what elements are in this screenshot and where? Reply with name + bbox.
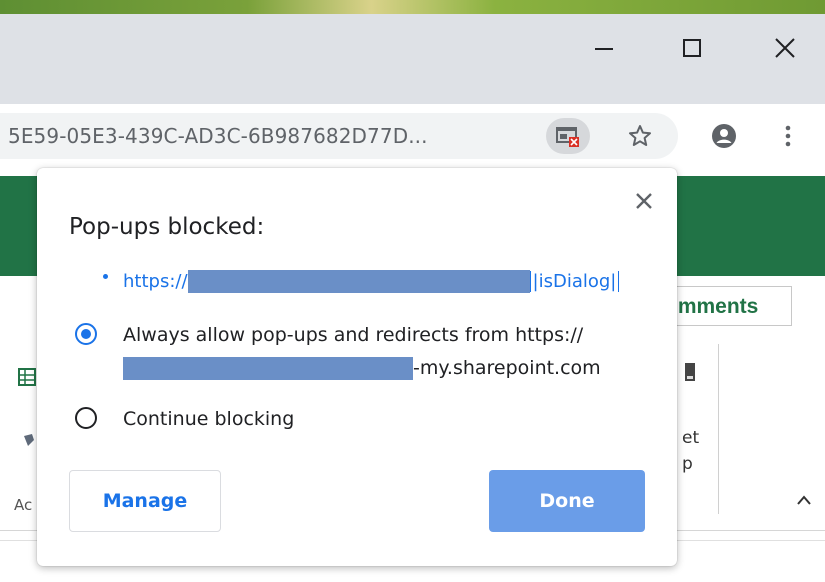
url-text: 5E59-05E3-439C-AD3C-6B987682D77D...: [8, 124, 428, 148]
continue-blocking-label: Continue blocking: [123, 408, 295, 430]
window-top-strip: [0, 0, 825, 14]
always-allow-domain: -my.sharepoint.com: [123, 356, 601, 380]
maximize-icon: [683, 39, 701, 57]
star-icon: [629, 125, 651, 146]
close-window-button[interactable]: [745, 14, 825, 82]
list-bullet: [103, 274, 108, 279]
browser-menu-button[interactable]: [768, 118, 808, 154]
chevron-up-icon: [797, 495, 811, 505]
link-suffix: |isDialog|: [529, 270, 620, 292]
comments-label: omments: [665, 295, 759, 318]
always-allow-label: Always allow pop-ups and redirects from …: [123, 324, 584, 346]
ribbon-label-fragment: et: [682, 428, 700, 448]
collapse-ribbon-button[interactable]: [790, 486, 818, 514]
account-icon: [712, 124, 736, 148]
profile-button[interactable]: [704, 118, 744, 154]
popups-blocked-dialog: Pop-ups blocked: https:// |isDialog| Alw…: [37, 168, 677, 566]
close-icon: [636, 193, 652, 209]
done-button[interactable]: Done: [489, 470, 645, 532]
ribbon-label-fragment: Ac: [14, 496, 33, 514]
ribbon-device-icon: [685, 363, 695, 381]
redacted-domain: [123, 356, 413, 380]
redacted-url: [187, 269, 530, 293]
ribbon-shape-icon: [24, 434, 34, 446]
link-prefix: https://: [123, 270, 188, 292]
radio-continue-blocking[interactable]: [75, 407, 97, 429]
popup-blocked-icon: [556, 127, 579, 147]
bookmark-star-button[interactable]: [620, 118, 660, 154]
ribbon-grid-icon: [18, 368, 36, 386]
dialog-close-button[interactable]: [629, 186, 659, 216]
minimize-icon: [595, 48, 613, 50]
blocked-popup-link[interactable]: https:// |isDialog|: [123, 268, 620, 294]
minimize-button[interactable]: [564, 14, 644, 82]
close-icon: [775, 38, 795, 58]
domain-suffix: -my.sharepoint.com: [413, 357, 601, 379]
popup-blocked-button[interactable]: [546, 118, 590, 154]
dialog-title: Pop-ups blocked:: [69, 214, 265, 240]
maximize-button[interactable]: [652, 14, 732, 82]
more-vert-icon: [785, 125, 791, 147]
manage-button[interactable]: Manage: [69, 470, 221, 532]
radio-always-allow[interactable]: [75, 323, 97, 345]
ribbon-group-divider: [718, 344, 719, 514]
ribbon-label-fragment: p: [682, 454, 693, 474]
